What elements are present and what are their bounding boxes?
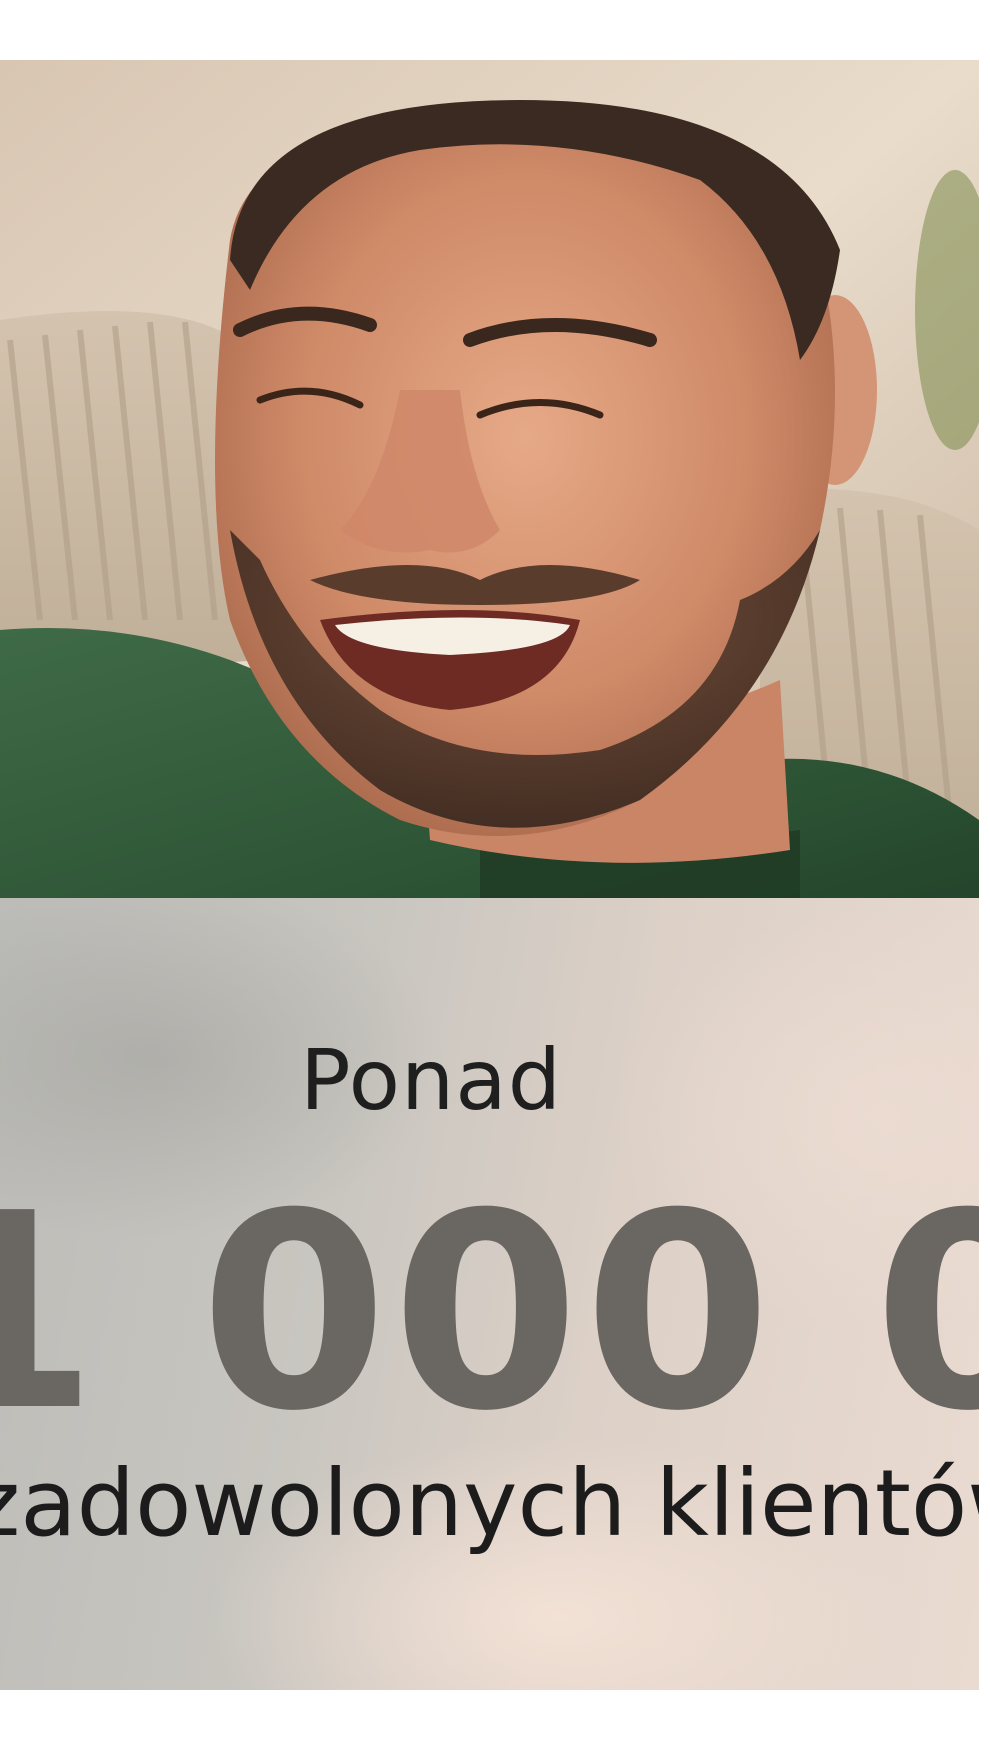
- hero-photo: [0, 60, 979, 898]
- smiling-man-photo-icon: [0, 60, 979, 898]
- promo-banner: Ponad 1 000 000 zadowolonych klientów na…: [0, 0, 990, 1760]
- stat-number: 1 000 000: [0, 1155, 979, 1470]
- customer-count-panel: Ponad 1 000 000 zadowolonych klientów na…: [0, 898, 979, 1690]
- stat-prefix: Ponad: [300, 1031, 563, 1129]
- stat-caption: zadowolonych klientów na całym świecie: [0, 1450, 979, 1557]
